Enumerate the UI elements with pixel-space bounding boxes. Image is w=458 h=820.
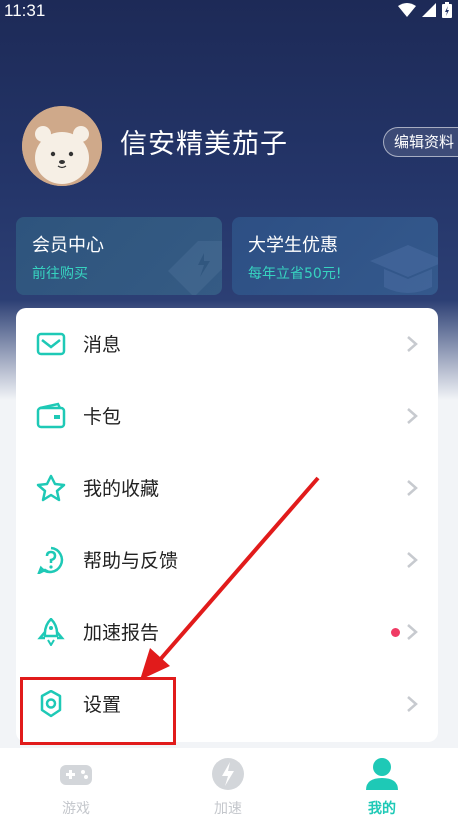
person-icon — [366, 758, 398, 790]
status-bar: 11:31 — [0, 0, 458, 24]
tab-boost[interactable]: 加速 — [152, 748, 304, 820]
student-discount-subtitle: 每年立省50元! — [248, 266, 342, 282]
tab-games[interactable]: 游戏 — [0, 748, 152, 820]
menu-item-messages[interactable]: 消息 — [16, 308, 438, 380]
star-icon — [36, 474, 66, 502]
signal-icon — [422, 3, 436, 17]
chevron-right-icon — [407, 696, 418, 712]
notification-dot — [391, 628, 400, 637]
tab-mine[interactable]: 我的 — [306, 748, 458, 820]
bottom-tab-bar: 游戏 加速 我的 — [0, 748, 458, 820]
graduation-cap-icon — [370, 245, 438, 293]
menu-label-messages: 消息 — [83, 334, 122, 356]
menu-item-favorites[interactable]: 我的收藏 — [16, 452, 438, 524]
menu-label-wallet: 卡包 — [83, 406, 122, 428]
battery-icon — [442, 2, 452, 18]
help-icon — [37, 546, 64, 574]
vip-center-title: 会员中心 — [32, 235, 104, 256]
tab-label-boost: 加速 — [214, 801, 242, 817]
chevron-right-icon — [407, 624, 418, 640]
vip-center-card[interactable]: 会员中心 前往购买 — [16, 217, 222, 295]
tab-label-games: 游戏 — [62, 801, 90, 817]
edit-profile-button[interactable]: 编辑资料 — [383, 127, 458, 157]
tag-icon — [168, 241, 222, 295]
mail-icon — [36, 332, 66, 356]
avatar[interactable] — [22, 106, 102, 186]
tab-label-mine: 我的 — [368, 801, 396, 817]
vip-center-subtitle: 前往购买 — [32, 266, 88, 282]
bolt-icon — [212, 758, 244, 790]
student-discount-title: 大学生优惠 — [248, 235, 338, 256]
rocket-icon — [37, 618, 65, 646]
settings-highlight-box — [20, 677, 176, 745]
username: 信安精美茄子 — [120, 129, 288, 160]
menu-label-speed-report: 加速报告 — [83, 622, 160, 644]
bear-avatar-icon — [22, 106, 102, 186]
menu-label-favorites: 我的收藏 — [83, 478, 160, 500]
wallet-icon — [36, 402, 66, 429]
menu-label-help: 帮助与反馈 — [83, 550, 179, 572]
chevron-right-icon — [407, 552, 418, 568]
student-discount-card[interactable]: 大学生优惠 每年立省50元! — [232, 217, 438, 295]
chevron-right-icon — [407, 408, 418, 424]
menu-item-speed-report[interactable]: 加速报告 — [16, 596, 438, 668]
wifi-icon — [398, 3, 416, 17]
chevron-right-icon — [407, 480, 418, 496]
menu-item-help[interactable]: 帮助与反馈 — [16, 524, 438, 596]
menu-item-wallet[interactable]: 卡包 — [16, 380, 438, 452]
chevron-right-icon — [407, 336, 418, 352]
status-time: 11:31 — [4, 1, 46, 20]
gamepad-icon — [60, 765, 92, 785]
